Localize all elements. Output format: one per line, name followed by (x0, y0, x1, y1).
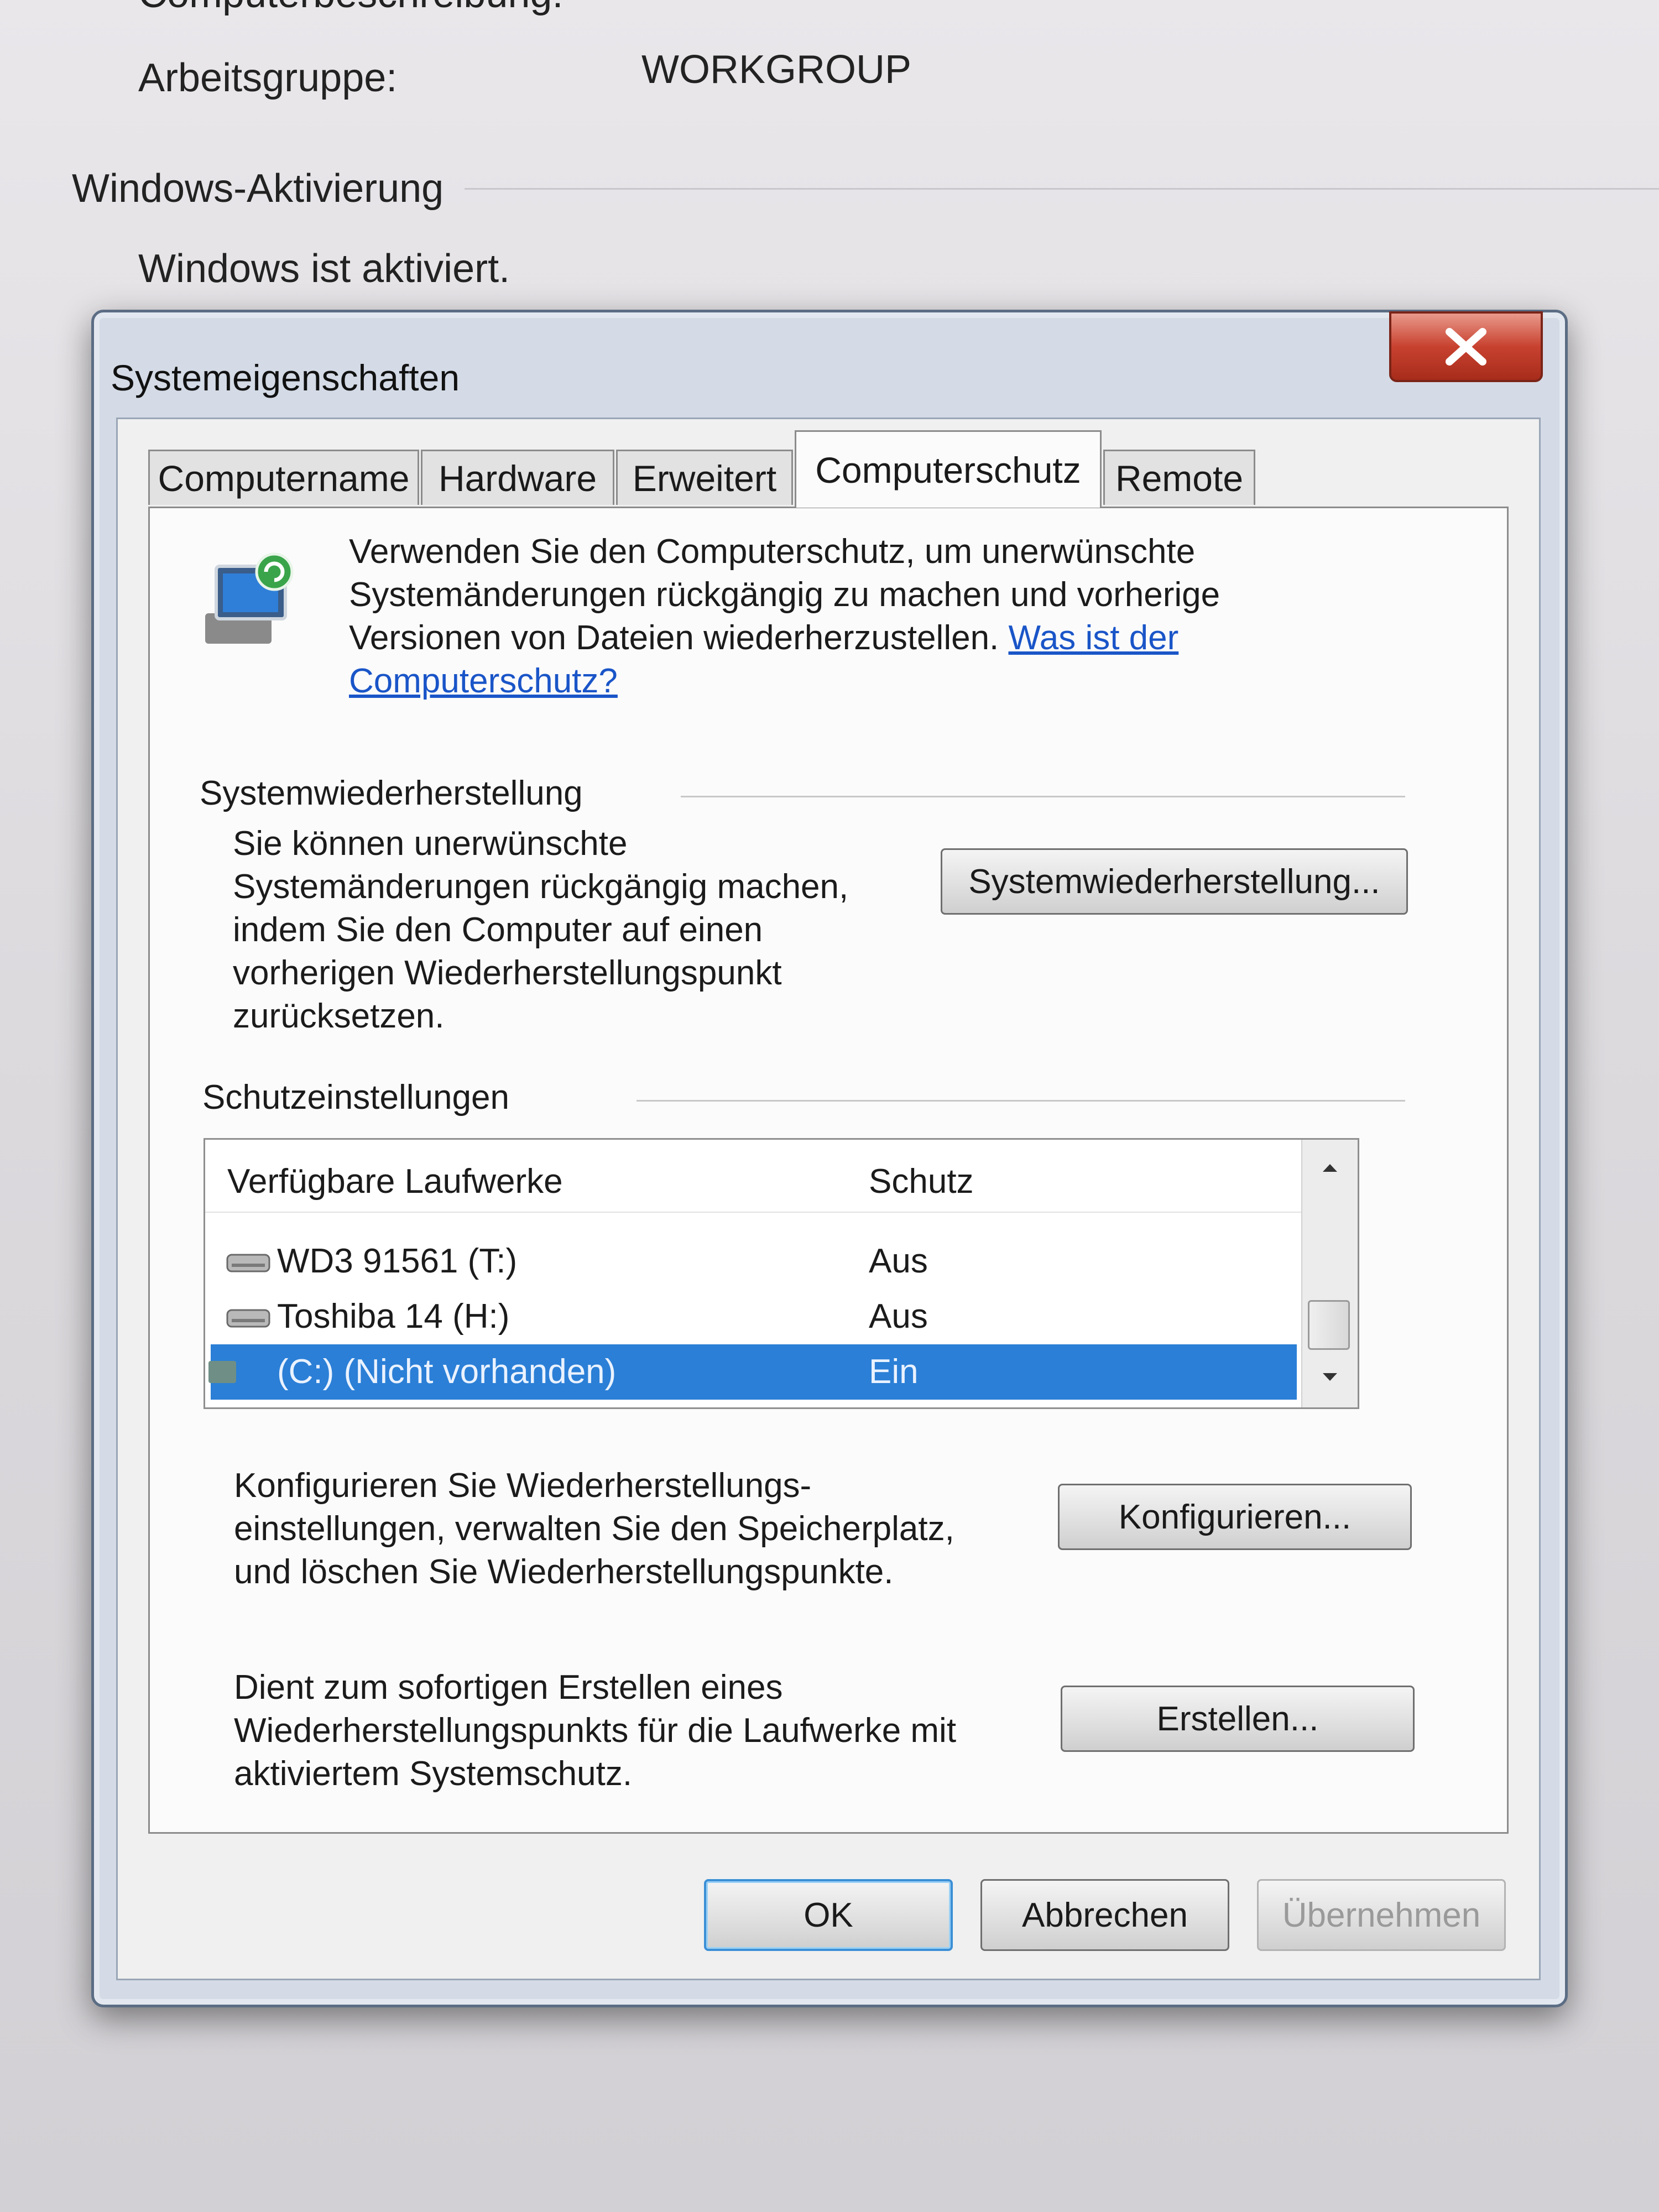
drive-protection-status: Aus (869, 1297, 928, 1335)
close-icon (1446, 328, 1486, 366)
system-restore-text-4: vorherigen Wiederherstellungspunkt (233, 954, 782, 992)
computer-description-label: Computerbeschreibung: (138, 0, 563, 17)
dialog-client-area: Computername Hardware Erweitert Computer… (116, 418, 1541, 1980)
tab-computerschutz[interactable]: Computerschutz (795, 430, 1102, 508)
system-restore-divider (681, 796, 1405, 797)
tab-hardware[interactable]: Hardware (421, 450, 614, 505)
system-drive-icon (208, 1361, 236, 1383)
create-text-2: Wiederherstellungspunkts für die Laufwer… (234, 1712, 957, 1750)
tab-erweitert[interactable]: Erweitert (616, 450, 793, 505)
chevron-down-icon (1323, 1373, 1337, 1381)
protection-settings-divider (637, 1100, 1405, 1102)
cancel-button[interactable]: Abbrechen (980, 1879, 1229, 1951)
intro-text-line-3-label: Versionen von Dateien wiederherzustellen… (349, 619, 999, 657)
system-protection-icon (205, 552, 294, 644)
system-restore-text-2: Systemänderungen rückgängig machen, (233, 868, 849, 906)
drive-row[interactable]: Toshiba 14 (H:) Aus (211, 1289, 1297, 1344)
tab-remote[interactable]: Remote (1103, 450, 1255, 505)
workgroup-value: WORKGROUP (641, 48, 912, 92)
system-restore-heading: Systemwiederherstellung (200, 774, 583, 812)
scroll-down-button[interactable] (1302, 1355, 1358, 1400)
scroll-up-button[interactable] (1302, 1145, 1358, 1190)
drive-name: (C:) (Nicht vorhanden) (277, 1353, 617, 1391)
configure-text-3: und löschen Sie Wiederherstellungspunkte… (234, 1553, 894, 1591)
system-restore-button[interactable]: Systemwiederherstellung... (941, 848, 1408, 915)
scroll-thumb[interactable] (1308, 1300, 1350, 1350)
create-button[interactable]: Erstellen... (1061, 1686, 1415, 1752)
drive-row-selected[interactable]: (C:) (Nicht vorhanden) Ein (208, 1344, 1297, 1400)
what-is-system-protection-link[interactable]: Was ist der (1009, 619, 1179, 657)
intro-text-line-3: Versionen von Dateien wiederherzustellen… (349, 617, 1178, 660)
system-restore-text-5: zurücksetzen. (233, 997, 445, 1035)
intro-text-line-2: Systemänderungen rückgängig zu machen un… (349, 576, 1220, 614)
drive-name: WD3 91561 (T:) (277, 1242, 518, 1280)
drive-list-header: Verfügbare Laufwerke Schutz (205, 1140, 1302, 1213)
drive-protection-status: Aus (869, 1242, 928, 1280)
chevron-up-icon (1323, 1164, 1337, 1172)
intro-text-line-1: Verwenden Sie den Computerschutz, um une… (349, 533, 1196, 571)
drive-name: Toshiba 14 (H:) (277, 1297, 510, 1335)
drive-list[interactable]: Verfügbare Laufwerke Schutz WD3 91561 (T… (204, 1138, 1359, 1409)
activation-divider (465, 188, 1659, 190)
system-restore-text-3: indem Sie den Computer auf einen (233, 911, 763, 949)
create-text-1: Dient zum sofortigen Erstellen eines (234, 1668, 783, 1707)
activation-heading: Windows-Aktivierung (72, 166, 444, 211)
workgroup-label: Arbeitsgruppe: (138, 56, 398, 100)
tab-computername[interactable]: Computername (148, 450, 419, 505)
drive-list-scrollbar[interactable] (1301, 1140, 1358, 1407)
what-is-system-protection-link-cont[interactable]: Computerschutz? (349, 660, 618, 703)
protection-settings-heading: Schutzeinstellungen (202, 1078, 509, 1117)
configure-text-2: einstellungen, verwalten Sie den Speiche… (234, 1510, 954, 1548)
ok-button[interactable]: OK (704, 1879, 953, 1951)
configure-text-1: Konfigurieren Sie Wiederherstellungs- (234, 1467, 812, 1505)
system-properties-dialog: Systemeigenschaften Computername Hardwar… (91, 310, 1568, 2007)
create-text-3: aktiviertem Systemschutz. (234, 1755, 633, 1793)
close-button[interactable] (1389, 311, 1543, 382)
activation-status: Windows ist aktiviert. (138, 247, 510, 291)
column-header-protection[interactable]: Schutz (869, 1162, 974, 1201)
hard-drive-icon (226, 1254, 270, 1272)
apply-button: Übernehmen (1257, 1879, 1506, 1951)
drive-row[interactable]: WD3 91561 (T:) Aus (211, 1234, 1297, 1289)
dialog-title: Systemeigenschaften (111, 357, 460, 398)
column-header-drives[interactable]: Verfügbare Laufwerke (227, 1162, 563, 1201)
drive-protection-status: Ein (869, 1353, 919, 1391)
system-restore-text-1: Sie können unerwünschte (233, 825, 628, 863)
hard-drive-icon (226, 1309, 270, 1328)
configure-button[interactable]: Konfigurieren... (1058, 1484, 1412, 1550)
